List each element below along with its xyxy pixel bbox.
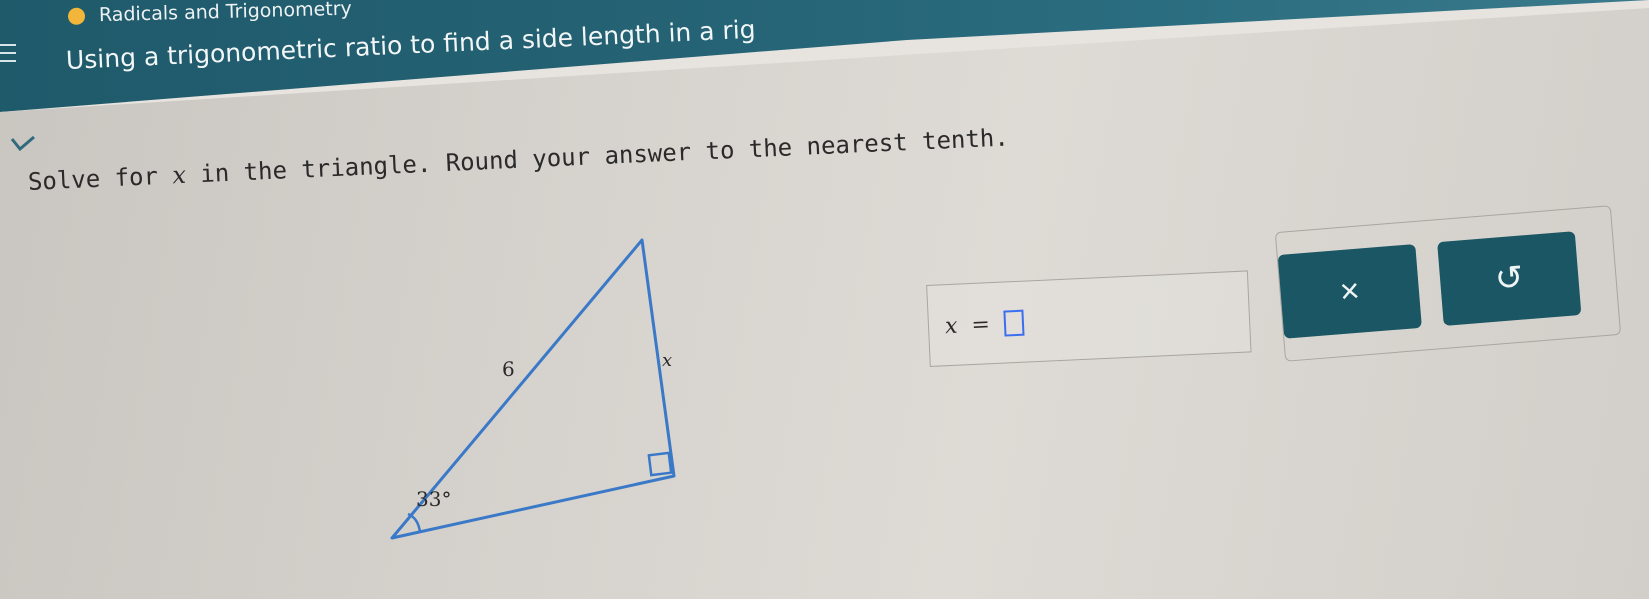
prompt-variable: x (171, 160, 187, 190)
answer-input[interactable] (1003, 309, 1025, 337)
answer-equation: x = (944, 309, 1025, 340)
close-icon: × (1338, 271, 1362, 311)
topic-status-dot (67, 7, 86, 25)
undo-icon: ↺ (1493, 258, 1525, 299)
hypotenuse-label: 6 (502, 357, 515, 381)
prompt-after: in the triangle. Round your answer to th… (185, 123, 1010, 189)
prompt-before: Solve for (27, 161, 173, 196)
hamburger-icon[interactable] (0, 44, 26, 68)
chevron-down-icon[interactable] (10, 135, 36, 155)
answer-variable: x (944, 313, 959, 339)
triangle-figure: 6 x 33° (390, 238, 676, 540)
answer-equals: = (970, 311, 991, 338)
undo-button[interactable]: ↺ (1437, 231, 1582, 326)
side-x-label: x (662, 350, 672, 371)
question-prompt: Solve for x in the triangle. Round your … (27, 123, 1009, 196)
answer-box: x = (926, 270, 1252, 367)
action-panel: × ↺ (1274, 205, 1622, 362)
angle-label: 33° (416, 487, 451, 511)
clear-button[interactable]: × (1277, 243, 1422, 339)
right-angle-marker (647, 451, 673, 477)
